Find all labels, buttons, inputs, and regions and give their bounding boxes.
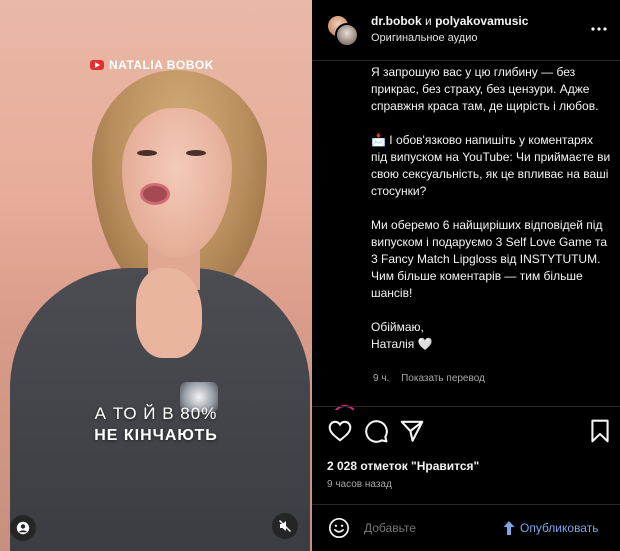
author-link-2[interactable]: polyakovamusic: [435, 14, 528, 28]
comment-input[interactable]: [364, 521, 484, 535]
share-send-icon[interactable]: [399, 418, 425, 444]
post-caption: Я запрошую вас у цю глибину — без прикра…: [371, 64, 611, 370]
emoji-smiley-icon[interactable]: [328, 517, 350, 539]
post-actions: [312, 418, 620, 446]
video-caption-line1: А ТО Й В 80%: [94, 404, 218, 423]
post-header: dr.bobok и polyakovamusic Оригинальное а…: [312, 0, 620, 61]
author-avatars[interactable]: [326, 14, 359, 47]
show-translation-button[interactable]: Показать перевод: [401, 373, 485, 384]
like-heart-icon[interactable]: [327, 418, 353, 444]
profile-tag-icon: [16, 521, 30, 535]
post-details-panel: dr.bobok и polyakovamusic Оригинальное а…: [312, 0, 620, 551]
post-timestamp[interactable]: 9 часов назад: [327, 479, 392, 490]
caption-age: 9 ч.: [373, 373, 390, 384]
media-illustration-mouth: [140, 183, 170, 205]
caption-meta: 9 ч. Показать перевод: [373, 373, 485, 384]
publish-button[interactable]: Опубликовать: [520, 521, 598, 535]
comment-bar: Опубликовать: [312, 506, 620, 551]
post-media[interactable]: NATALIA BOBOK А ТО Й В 80% НЕ КІНЧАЮТЬ: [0, 0, 312, 551]
authors-conjunction: и: [425, 14, 432, 28]
likes-count[interactable]: 2 028 отметок "Нравится": [327, 459, 479, 473]
caption-paragraph: Ми оберемо 6 найщиріших відповідей під в…: [371, 218, 608, 300]
divider: [312, 504, 620, 505]
save-bookmark-icon[interactable]: [587, 418, 613, 444]
caption-paragraph: 📩 І обов'язково напишіть у коментарях пі…: [371, 133, 611, 198]
mute-icon: [279, 520, 291, 532]
avatar-polyakovamusic[interactable]: [335, 23, 359, 47]
video-brand-label: NATALIA BOBOK: [90, 58, 214, 72]
divider: [312, 406, 620, 407]
media-illustration-hand: [136, 268, 202, 358]
brand-text: NATALIA BOBOK: [109, 58, 214, 72]
tagged-profiles-button[interactable]: [10, 515, 36, 541]
mute-button[interactable]: [272, 513, 298, 539]
caption-paragraph: Обіймаю, Наталія 🤍: [371, 320, 433, 351]
comment-bubble-icon[interactable]: [363, 418, 389, 444]
youtube-badge-icon: [90, 60, 104, 70]
video-caption-line2: НЕ КІНЧАЮТЬ: [94, 427, 218, 444]
caption-paragraph: Я запрошую вас у цю глибину — без прикра…: [371, 65, 599, 113]
author-link-1[interactable]: dr.bobok: [371, 14, 422, 28]
post-authors: dr.bobok и polyakovamusic: [371, 14, 528, 28]
media-illustration-eye: [137, 150, 157, 156]
more-options-icon[interactable]: [590, 20, 608, 38]
audio-link[interactable]: Оригинальное аудио: [371, 32, 478, 44]
media-illustration-eye: [186, 150, 206, 156]
publish-arrow-icon: [503, 521, 515, 535]
